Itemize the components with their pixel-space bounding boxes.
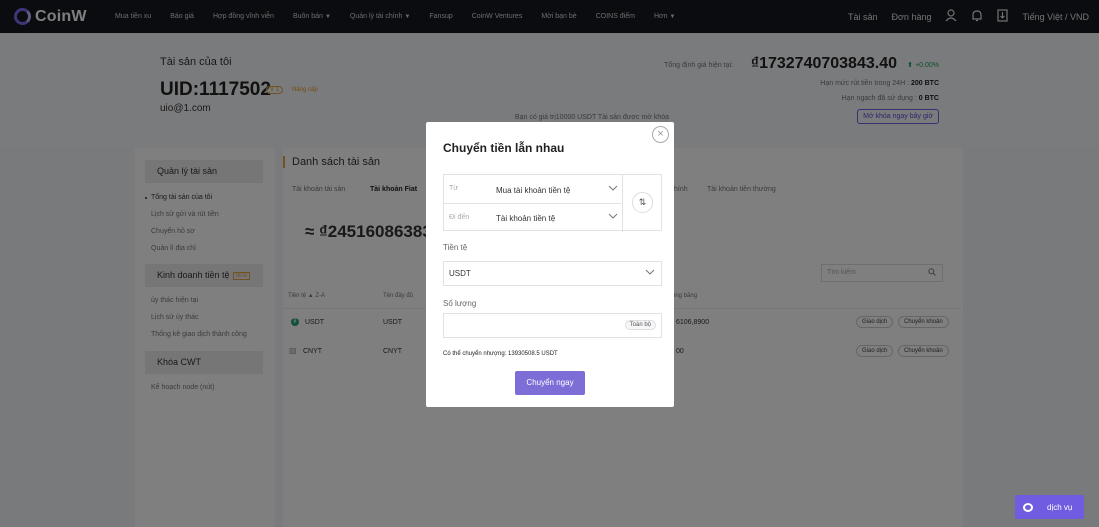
available-amount: Có thể chuyển nhượng: 13930508.5 USDT [443, 351, 558, 357]
customer-service-button[interactable]: dịch vụ [1015, 495, 1084, 519]
swap-arrows-icon[interactable]: ⇅ [632, 192, 653, 213]
chevron-down-icon[interactable] [608, 184, 618, 194]
close-icon[interactable]: × [652, 126, 669, 143]
modal-title: Chuyển tiền lẫn nhau [443, 141, 565, 155]
customer-service-label: dịch vụ [1047, 502, 1073, 512]
divider [622, 175, 623, 232]
from-label: Từ [449, 185, 458, 192]
from-account-select[interactable]: Mua tài khoản tiền tệ [496, 186, 570, 195]
amount-label: Số lượng [443, 299, 477, 308]
currency-value: USDT [449, 269, 471, 278]
transfer-direction-box: Từ Mua tài khoản tiền tệ Đi đến Tài khoả… [443, 174, 662, 232]
chevron-down-icon[interactable] [608, 212, 618, 222]
to-account-select[interactable]: Tài khoản tiền tệ [496, 214, 555, 223]
chevron-down-icon [645, 268, 655, 278]
transfer-modal: × Chuyển tiền lẫn nhau Từ Mua tài khoản … [426, 122, 674, 407]
amount-input[interactable] [444, 314, 614, 337]
divider [444, 203, 621, 204]
amount-field: Toàn bộ [443, 313, 662, 338]
currency-select[interactable]: USDT [443, 261, 662, 286]
chat-icon [1023, 502, 1033, 512]
to-label: Đi đến [449, 214, 470, 221]
currency-label: Tiền tệ [443, 243, 468, 252]
all-amount-button[interactable]: Toàn bộ [624, 320, 656, 330]
transfer-now-button[interactable]: Chuyển ngay [515, 371, 585, 395]
